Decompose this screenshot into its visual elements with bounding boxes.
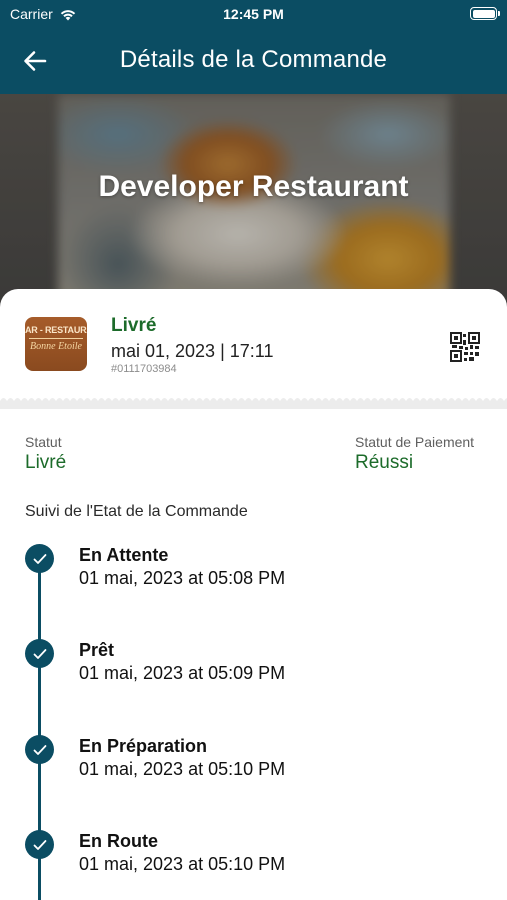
qr-code-icon	[450, 332, 480, 362]
check-icon	[25, 735, 54, 764]
status-value: Livré	[25, 452, 67, 473]
clock: 12:45 PM	[223, 6, 284, 22]
tracking-title: Suivi de l'Etat de la Commande	[25, 503, 248, 520]
timeline-step: Prêt 01 mai, 2023 at 05:09 PM	[0, 634, 507, 694]
order-summary: AR - RESTAURANT Bonne Etoile Livré mai 0…	[0, 289, 507, 399]
check-icon	[25, 544, 54, 573]
step-time: 01 mai, 2023 at 05:10 PM	[79, 854, 286, 874]
timeline-step: En Préparation 01 mai, 2023 at 05:10 PM	[0, 730, 507, 790]
step-time: 01 mai, 2023 at 05:08 PM	[79, 568, 286, 588]
step-name: En Préparation	[79, 736, 208, 756]
status-label: Statut	[25, 434, 62, 450]
step-name: En Attente	[79, 545, 169, 565]
order-details-card: AR - RESTAURANT Bonne Etoile Livré mai 0…	[0, 289, 507, 900]
app-bar: Détails de la Commande	[0, 28, 507, 94]
payment-status-value: Réussi	[355, 452, 414, 473]
restaurant-banner: Developer Restaurant	[0, 94, 507, 309]
step-name: Prêt	[79, 640, 115, 660]
order-timeline: En Attente 01 mai, 2023 at 05:08 PM Prêt…	[0, 539, 507, 900]
timeline-step: En Route 01 mai, 2023 at 05:10 PM	[0, 825, 507, 885]
battery-icon	[470, 7, 500, 20]
check-icon	[25, 830, 54, 859]
page-title: Détails de la Commande	[119, 46, 388, 73]
step-time: 01 mai, 2023 at 05:10 PM	[79, 759, 286, 779]
step-time: 01 mai, 2023 at 05:09 PM	[79, 663, 286, 683]
check-icon	[25, 639, 54, 668]
restaurant-logo: AR - RESTAURANT Bonne Etoile	[25, 317, 87, 371]
ticket-divider	[0, 395, 507, 409]
status-bar: Carrier 12:45 PM	[0, 0, 507, 28]
payment-status-label: Statut de Paiement	[355, 434, 475, 450]
order-id: #0111703984	[111, 363, 177, 375]
order-date: mai 01, 2023 | 17:11	[111, 341, 274, 361]
order-status-block: Statut Livré	[25, 434, 66, 474]
step-name: En Route	[79, 831, 158, 851]
payment-status-block: Statut de Paiement Réussi	[355, 434, 474, 474]
qr-code-button[interactable]	[450, 332, 480, 362]
restaurant-name: Developer Restaurant	[98, 170, 409, 203]
timeline-step: En Attente 01 mai, 2023 at 05:08 PM	[0, 539, 507, 599]
order-status: Livré	[111, 315, 157, 336]
